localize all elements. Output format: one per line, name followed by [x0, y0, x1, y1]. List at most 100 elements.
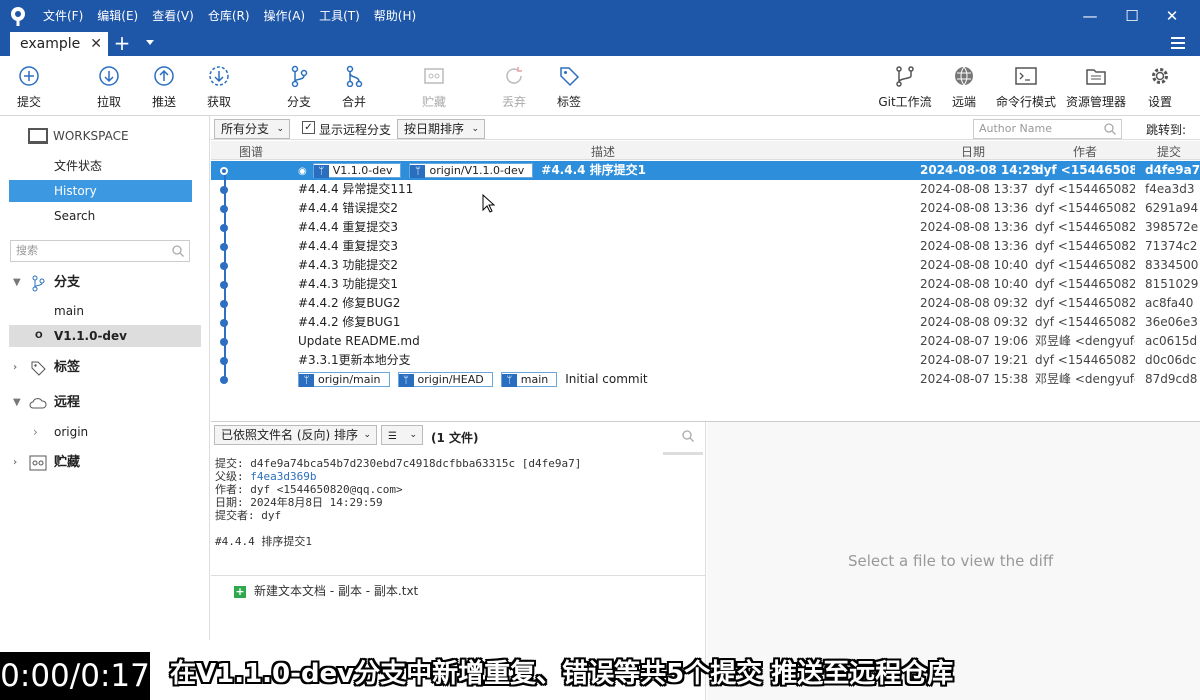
- branch-item-main[interactable]: main: [9, 300, 201, 322]
- commit-row[interactable]: ◉ ᛘ V1.1.0-dev ᛘ origin/V1.1.0-dev #4.4.4 排序提…: [211, 161, 1200, 180]
- branch-item-v1-1-0-dev[interactable]: O V1.1.0-dev: [9, 325, 201, 347]
- minimize-button[interactable]: —: [1070, 0, 1110, 32]
- merge-icon: [346, 65, 363, 87]
- close-window-button[interactable]: ✕: [1152, 0, 1192, 32]
- search-icon[interactable]: [682, 430, 694, 442]
- maximize-button[interactable]: ☐: [1112, 0, 1152, 32]
- commit-row[interactable]: #4.4.3 功能提交1 2024-08-08 10:40 dyf <1544650…: [211, 275, 1200, 294]
- settings-label: 设置: [1147, 95, 1172, 109]
- sort-dropdown[interactable]: 按日期排序 ⌄: [397, 119, 485, 139]
- col-date[interactable]: 日期: [961, 143, 985, 160]
- commit-row[interactable]: #4.4.4 重复提交3 2024-08-08 13:36 dyf <1544650…: [211, 237, 1200, 256]
- hamburger-menu-icon[interactable]: [1171, 37, 1185, 51]
- section-tags[interactable]: › 标签: [12, 357, 202, 379]
- file-sort-dropdown[interactable]: 已依照文件名 (反向) 排序 ⌄: [214, 425, 377, 445]
- sidebar-item-search[interactable]: Search: [9, 205, 192, 227]
- stash-icon: [29, 455, 47, 471]
- commit-row[interactable]: ᛘ origin/main ᛘ origin/HEAD ᛘ main Initial com…: [211, 370, 1200, 389]
- col-description[interactable]: 描述: [591, 143, 615, 160]
- commit-hash: ac8fa40: [1145, 296, 1194, 310]
- commit-row[interactable]: #4.4.2 修复BUG2 2024-08-08 09:32 dyf <154465…: [211, 294, 1200, 313]
- splitter-handle[interactable]: [663, 452, 703, 455]
- commit-description: #4.4.2 修复BUG1: [298, 313, 400, 332]
- stashes-label: 贮藏: [54, 455, 81, 470]
- new-tab-button[interactable]: +: [113, 32, 131, 54]
- branch-name: V1.1.0-dev: [54, 329, 127, 343]
- ref-label[interactable]: ᛘ origin/main: [298, 372, 390, 387]
- explorer-button[interactable]: 资源管理器: [1064, 56, 1128, 116]
- ref-label[interactable]: ᛘ origin/HEAD: [397, 372, 493, 387]
- tag-button[interactable]: 标签: [545, 56, 593, 116]
- history-column-header: 图谱 描述 日期 作者 提交: [211, 141, 1200, 160]
- ref-label[interactable]: ᛘ V1.1.0-dev: [312, 163, 402, 178]
- author-filter-input[interactable]: Author Name: [973, 119, 1122, 139]
- menu-repository[interactable]: 仓库(R): [201, 0, 257, 32]
- section-remotes[interactable]: ▼ 远程: [12, 392, 202, 414]
- tab-close-icon[interactable]: ✕: [90, 32, 102, 56]
- section-stashes[interactable]: › 贮藏: [12, 452, 202, 474]
- ref-label[interactable]: ᛘ main: [500, 372, 558, 387]
- commit-row[interactable]: #4.4.4 异常提交111 2024-08-08 13:37 dyf <15446…: [211, 180, 1200, 199]
- menu-edit[interactable]: 编辑(E): [90, 0, 145, 32]
- sidebar: WORKSPACE 文件状态 History Search 搜索 ▼ 分支 ma…: [0, 116, 210, 640]
- show-remote-checkbox[interactable]: ✓: [302, 121, 315, 134]
- tab-bar: example ✕ +: [0, 32, 1200, 56]
- remote-item-origin[interactable]: › origin: [9, 421, 201, 443]
- commit-row[interactable]: #4.4.4 错误提交2 2024-08-08 13:36 dyf <1544650…: [211, 199, 1200, 218]
- tab-dropdown-icon[interactable]: [146, 40, 154, 45]
- menu-actions[interactable]: 操作(A): [257, 0, 313, 32]
- pull-button[interactable]: 拉取: [85, 56, 133, 116]
- remote-button[interactable]: 远端: [940, 56, 988, 116]
- author-placeholder: Author Name: [979, 122, 1052, 135]
- commit-button[interactable]: 提交: [5, 56, 53, 116]
- discard-button[interactable]: 丢弃: [490, 56, 538, 116]
- col-author[interactable]: 作者: [1073, 143, 1097, 160]
- stash-icon: [424, 68, 444, 84]
- commit-row[interactable]: #4.4.2 修复BUG1 2024-08-08 09:32 dyf <154465…: [211, 313, 1200, 332]
- col-graph[interactable]: 图谱: [239, 143, 263, 160]
- menu-view[interactable]: 查看(V): [145, 0, 201, 32]
- jump-to-label[interactable]: 跳转到:: [1146, 121, 1186, 138]
- gitflow-button[interactable]: Git工作流: [874, 56, 936, 116]
- menu-file[interactable]: 文件(F): [36, 0, 90, 32]
- gear-icon: [1152, 68, 1168, 84]
- settings-button[interactable]: 设置: [1138, 56, 1182, 116]
- video-subtitle: 在V1.1.0-dev分支中新增重复、错误等共5个提交 推送至远程仓库: [170, 659, 954, 689]
- graph-line: [224, 175, 226, 382]
- commit-row[interactable]: #4.4.3 功能提交2 2024-08-08 10:40 dyf <1544650…: [211, 256, 1200, 275]
- push-button[interactable]: 推送: [140, 56, 188, 116]
- workspace-header: WORKSPACE: [53, 129, 129, 143]
- ref-name: origin/V1.1.0-dev: [429, 164, 525, 177]
- changed-file-item[interactable]: + 新建文本文档 - 副本 - 副本.txt: [234, 582, 418, 599]
- commit-row[interactable]: Update README.md 2024-08-07 19:06 邓昱峰 <den…: [211, 332, 1200, 351]
- discard-label: 丢弃: [501, 95, 526, 109]
- menu-tools[interactable]: 工具(T): [312, 0, 367, 32]
- commit-date: 2024-08-07 15:38: [920, 372, 1029, 386]
- tab-example[interactable]: example ✕: [10, 32, 108, 56]
- history-filter-bar: 所有分支 ⌄ ✓ 显示远程分支 按日期排序 ⌄ Author Name 跳转到:: [211, 116, 1200, 140]
- pull-label: 拉取: [96, 95, 121, 109]
- sidebar-item-history[interactable]: History: [9, 180, 192, 202]
- section-branches[interactable]: ▼ 分支: [12, 272, 202, 294]
- commit-hash: 398572e: [1145, 220, 1199, 234]
- merge-button[interactable]: 合并: [330, 56, 378, 116]
- fetch-button[interactable]: 获取: [195, 56, 243, 116]
- commit-message: #4.4.2 修复BUG1: [298, 315, 401, 329]
- branch-button[interactable]: 分支: [275, 56, 323, 116]
- sidebar-search-input[interactable]: 搜索: [10, 240, 190, 262]
- commit-author: dyf <1544650820@qq.com>: [1035, 296, 1135, 310]
- commit-hash: 71374c2: [1145, 239, 1198, 253]
- view-mode-dropdown[interactable]: ☰ ⌄: [381, 425, 423, 445]
- commit-row[interactable]: #3.3.1更新本地分支 2024-08-07 19:21 dyf <1544650…: [211, 351, 1200, 370]
- commit-date: 2024-08-08 09:32: [920, 315, 1029, 329]
- branch-filter-dropdown[interactable]: 所有分支 ⌄: [214, 119, 290, 139]
- col-commit[interactable]: 提交: [1157, 143, 1181, 160]
- stash-button[interactable]: 贮藏: [410, 56, 458, 116]
- ref-label[interactable]: ᛘ origin/V1.1.0-dev: [409, 163, 534, 178]
- terminal-button[interactable]: 命令行模式: [994, 56, 1058, 116]
- sidebar-item-file-status[interactable]: 文件状态: [9, 155, 192, 177]
- commit-date: 2024-08-07 19:21: [920, 353, 1029, 367]
- menu-help[interactable]: 帮助(H): [367, 0, 423, 32]
- commit-row[interactable]: #4.4.4 重复提交3 2024-08-08 13:36 dyf <1544650…: [211, 218, 1200, 237]
- terminal-icon: [1015, 67, 1037, 85]
